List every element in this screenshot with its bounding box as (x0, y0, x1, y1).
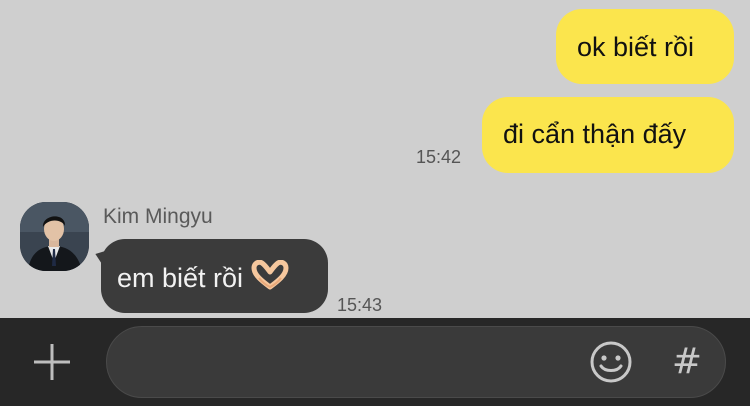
emoji-smile-icon (590, 341, 632, 383)
chat-area[interactable]: ok biết rồi đi cẩn thận đấy 15:42 Kim Mi… (0, 0, 750, 318)
message-input-bar: # (0, 318, 750, 406)
hashtag-button[interactable]: # (667, 341, 707, 383)
incoming-message-bubble[interactable]: em biết rồi (101, 239, 328, 313)
emoji-button[interactable] (589, 340, 633, 384)
message-text: đi cẩn thận đấy (503, 119, 687, 149)
message-timestamp: 15:42 (416, 147, 462, 167)
message-timestamp: 15:43 (337, 295, 383, 315)
message-text: em biết rồi (117, 263, 244, 293)
message-input[interactable] (131, 345, 575, 381)
avatar[interactable] (20, 202, 89, 271)
heart-hands-emoji-icon (251, 259, 289, 297)
hashtag-icon: # (671, 341, 703, 382)
plus-icon (34, 344, 70, 380)
sender-name: Kim Mingyu (103, 205, 213, 228)
plus-button[interactable] (30, 340, 74, 384)
message-text: ok biết rồi (577, 32, 695, 62)
message-field[interactable]: # (106, 326, 726, 398)
outgoing-message-bubble[interactable]: ok biết rồi (556, 9, 734, 84)
outgoing-message-bubble[interactable]: đi cẩn thận đấy (482, 97, 734, 173)
profile-photo (20, 202, 89, 271)
